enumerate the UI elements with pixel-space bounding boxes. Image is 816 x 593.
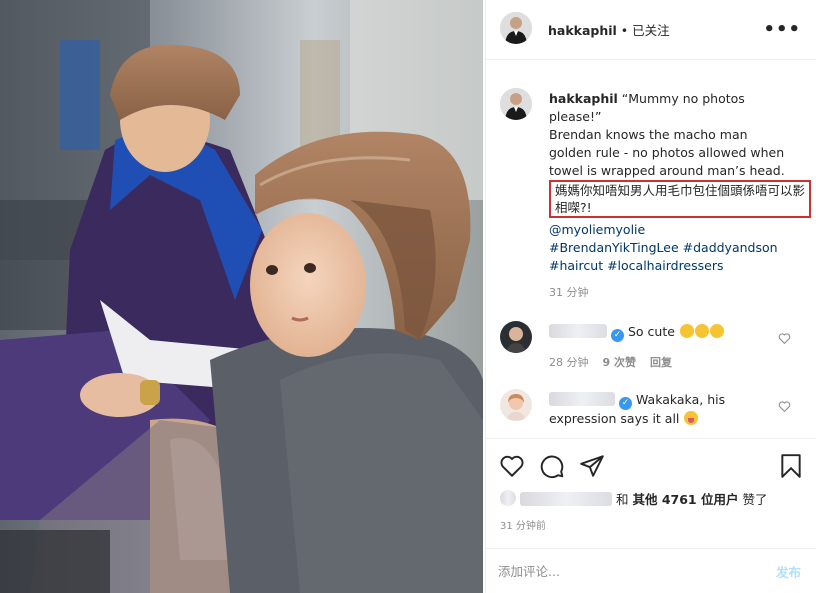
- laughing-emoji-icon: [694, 324, 709, 338]
- follow-status[interactable]: 已关注: [632, 23, 670, 38]
- liker-name-blurred[interactable]: [519, 492, 612, 506]
- comment-body: ✓ So cute: [549, 323, 769, 342]
- post-comment-button[interactable]: 发布: [776, 562, 801, 581]
- bookmark-icon[interactable]: [778, 453, 804, 479]
- liker-avatar-blurred[interactable]: [500, 490, 516, 506]
- comment-icon[interactable]: [539, 453, 565, 479]
- caption-chinese-highlighted: 媽媽你知唔知男人用毛巾包住個頭係唔可以影相㗎?!: [549, 180, 811, 218]
- caption-time: 31 分钟: [549, 286, 589, 299]
- commenter-avatar[interactable]: [500, 321, 532, 353]
- more-options-icon[interactable]: •••: [763, 19, 801, 40]
- comment-input[interactable]: [498, 560, 758, 582]
- header-separator: •: [616, 23, 633, 38]
- post-header: hakkaphil • 已关注 •••: [486, 0, 816, 60]
- caption-hashtags-1[interactable]: #BrendanYikTingLee #daddyandson: [549, 239, 794, 257]
- verified-badge-icon: ✓: [610, 329, 624, 342]
- commenter-avatar-image: [500, 321, 532, 353]
- likes-summary: 和 其他 4761 位用户 赞了: [500, 489, 767, 508]
- comment-body: ✓ Wakakaka, his expression says it all: [549, 391, 769, 428]
- likes-connector: 和: [615, 492, 629, 507]
- comment-time: 28 分钟: [549, 356, 589, 369]
- laughing-emoji-icon: [679, 324, 694, 338]
- caption-username[interactable]: hakkaphil: [549, 91, 618, 106]
- comment-text: So cute: [627, 324, 675, 339]
- commenter-avatar-image: [500, 389, 532, 421]
- caption-hashtags-2[interactable]: #haircut #localhairdressers: [549, 257, 794, 275]
- post-time: 31 分钟前: [500, 521, 546, 532]
- comment-likes[interactable]: 9 次赞: [603, 356, 636, 369]
- caption-rule: Brendan knows the macho man golden rule …: [549, 127, 785, 178]
- laughing-emoji-icon: [709, 324, 724, 338]
- author-avatar-image: [500, 12, 532, 44]
- comment-meta: 28 分钟 9 次赞 回复: [549, 354, 686, 370]
- post-actions: 和 其他 4761 位用户 赞了 31 分钟前: [486, 438, 816, 548]
- add-comment-bar: 发布: [486, 548, 816, 593]
- post-photo-image: [0, 0, 483, 593]
- comment-heart-icon[interactable]: [778, 332, 791, 345]
- post-caption: hakkaphil “Mummy no photos please!” Bren…: [549, 90, 811, 275]
- caption-avatar[interactable]: [500, 88, 532, 120]
- comment-heart-icon[interactable]: [778, 400, 791, 413]
- commenter-avatar[interactable]: [500, 389, 532, 421]
- share-icon[interactable]: [579, 453, 605, 479]
- commenter-name-blurred[interactable]: [549, 324, 607, 338]
- tongue-emoji-icon: [684, 411, 699, 425]
- comments-area: hakkaphil “Mummy no photos please!” Bren…: [486, 66, 816, 438]
- heart-icon[interactable]: [499, 453, 525, 479]
- author-username[interactable]: hakkaphil: [548, 23, 617, 38]
- post-side-panel: hakkaphil • 已关注 ••• hakkaphil “Mummy no …: [485, 0, 816, 593]
- caption-avatar-image: [500, 88, 532, 120]
- commenter-name-blurred[interactable]: [549, 392, 615, 406]
- author-avatar[interactable]: [500, 12, 532, 44]
- header-text: hakkaphil • 已关注: [548, 20, 670, 39]
- reply-button[interactable]: 回复: [650, 356, 672, 369]
- likes-others[interactable]: 其他 4761 位用户: [632, 492, 738, 507]
- caption-mention[interactable]: @myoliemyolie: [549, 221, 794, 239]
- verified-badge-icon: ✓: [618, 397, 632, 410]
- post-photo: [0, 0, 483, 593]
- likes-suffix: 赞了: [742, 492, 768, 507]
